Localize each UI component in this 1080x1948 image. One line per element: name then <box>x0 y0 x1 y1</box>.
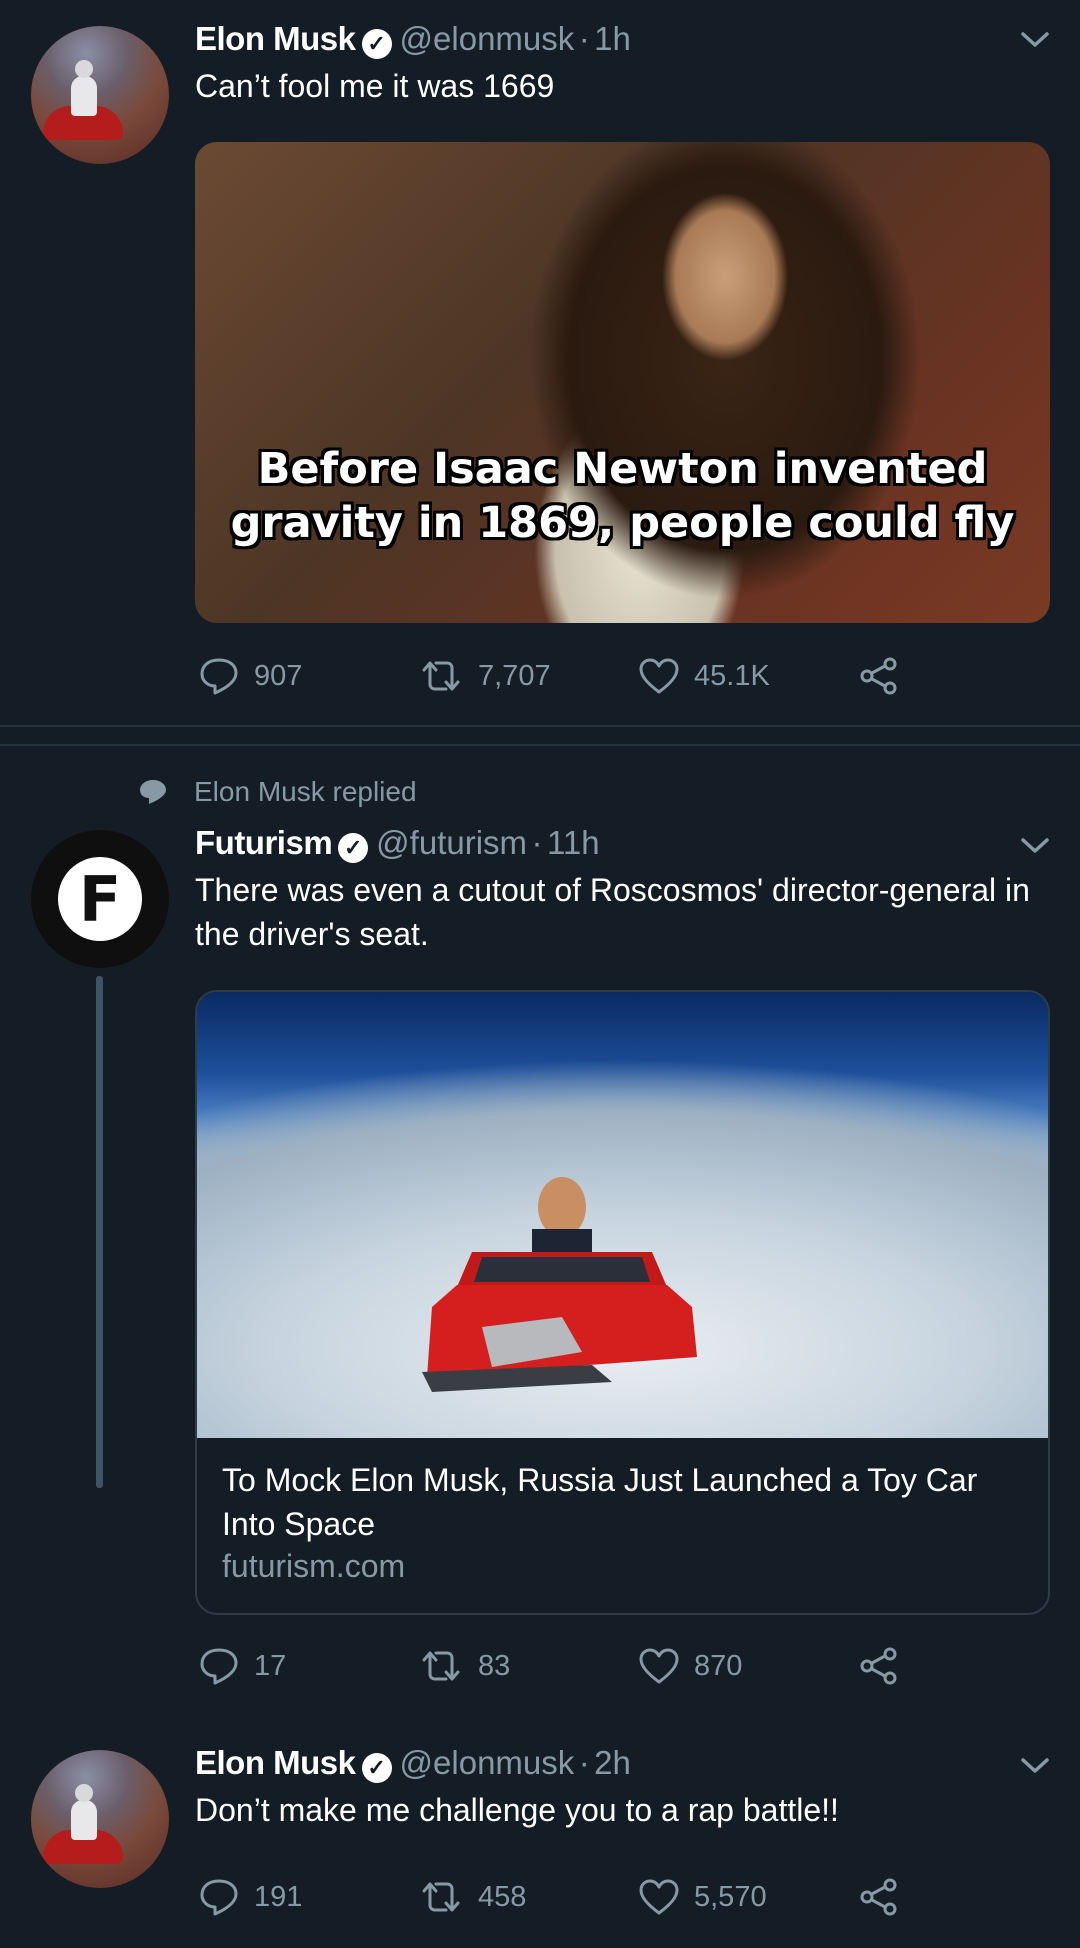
meme-caption-line-1: Before Isaac Newton invented <box>257 444 988 494</box>
share-button[interactable] <box>858 655 900 697</box>
timestamp[interactable]: 2h <box>594 1744 631 1781</box>
tweet-actions: 191 458 5,570 <box>198 1872 1058 1922</box>
social-context: Elon Musk replied <box>138 776 417 808</box>
heart-icon <box>639 1879 679 1915</box>
author-handle[interactable]: @elonmusk <box>400 1744 575 1781</box>
card-image <box>197 992 1048 1438</box>
reply-icon <box>200 1648 238 1685</box>
like-button[interactable]: 870 <box>638 1647 858 1685</box>
verified-badge-icon: ✓ <box>361 28 392 59</box>
reply-button[interactable]: 907 <box>198 655 418 697</box>
tweet-actions: 907 7,707 45.1K <box>198 651 1058 701</box>
reply-button[interactable]: 191 <box>198 1876 418 1918</box>
share-button[interactable] <box>858 1645 900 1687</box>
tweet-image[interactable]: Before Isaac Newton invented gravity in … <box>195 142 1050 623</box>
share-icon <box>860 657 897 695</box>
share-icon <box>860 1647 897 1685</box>
meme-caption-line-2: gravity in 1869, people could fly <box>230 498 1015 548</box>
verified-badge-icon: ✓ <box>338 832 369 863</box>
reply-icon <box>200 658 238 695</box>
retweet-button[interactable]: 83 <box>418 1648 638 1684</box>
timestamp[interactable]: 11h <box>547 824 600 861</box>
reply-count: 191 <box>254 1880 303 1913</box>
avatar[interactable] <box>31 1750 169 1888</box>
chevron-down-icon[interactable] <box>1020 836 1050 856</box>
speech-bubble-icon <box>140 780 166 804</box>
tweet-header: Elon Musk ✓ @elonmusk · 1h <box>195 20 631 63</box>
retweet-button[interactable]: 7,707 <box>418 658 638 694</box>
like-button[interactable]: 5,570 <box>638 1878 858 1916</box>
author-name[interactable]: Elon Musk <box>195 1744 356 1781</box>
tweet-text: Can’t fool me it was 1669 <box>195 68 555 104</box>
tweet-text: There was even a cutout of Roscosmos' di… <box>195 872 1030 952</box>
like-count: 5,570 <box>694 1880 767 1913</box>
like-count: 870 <box>694 1649 743 1682</box>
tweet-3[interactable]: Elon Musk ✓ @elonmusk · 2h Don’t make me c… <box>0 1730 1080 1948</box>
avatar[interactable]: F <box>31 830 169 968</box>
tweet-header: Elon Musk ✓ @elonmusk · 2h <box>195 1744 631 1787</box>
separator: · <box>531 824 543 861</box>
reply-button[interactable]: 17 <box>198 1645 418 1687</box>
toy-car-image <box>422 1177 697 1392</box>
reply-icon <box>200 1879 238 1916</box>
avatar[interactable] <box>31 26 169 164</box>
author-name[interactable]: Elon Musk <box>195 20 356 57</box>
timestamp[interactable]: 1h <box>594 20 631 57</box>
link-card[interactable]: To Mock Elon Musk, Russia Just Launched … <box>195 990 1050 1615</box>
avatar-figure <box>71 1784 97 1840</box>
heart-icon <box>639 658 679 694</box>
reply-count: 907 <box>254 659 303 692</box>
tweet-divider <box>0 725 1080 727</box>
tweet-2[interactable]: Elon Musk replied F Futurism ✓ @futurism ·… <box>0 746 1080 1731</box>
tweet-text: Don’t make me challenge you to a rap bat… <box>195 1792 839 1828</box>
social-context-text: Elon Musk replied <box>194 776 417 807</box>
retweet-icon <box>422 661 460 691</box>
verified-badge-icon: ✓ <box>361 1752 392 1783</box>
author-name[interactable]: Futurism <box>195 824 333 861</box>
tweet-actions: 17 83 870 <box>198 1641 1058 1691</box>
futurism-logo: F <box>58 857 142 941</box>
card-url: futurism.com <box>222 1548 406 1584</box>
retweet-button[interactable]: 458 <box>418 1879 638 1915</box>
separator: · <box>578 20 590 57</box>
heart-icon <box>639 1648 679 1684</box>
like-count: 45.1K <box>694 659 770 692</box>
retweet-count: 83 <box>478 1649 511 1682</box>
chevron-down-icon[interactable] <box>1020 1756 1050 1776</box>
retweet-icon <box>422 1651 460 1681</box>
like-button[interactable]: 45.1K <box>638 657 858 695</box>
share-icon <box>860 1878 897 1916</box>
author-handle[interactable]: @futurism <box>376 824 527 861</box>
tweet-header: Futurism ✓ @futurism · 11h <box>195 824 600 867</box>
chevron-down-icon[interactable] <box>1020 30 1050 50</box>
card-title: To Mock Elon Musk, Russia Just Launched … <box>222 1462 978 1542</box>
author-handle[interactable]: @elonmusk <box>400 20 575 57</box>
retweet-count: 458 <box>478 1880 527 1913</box>
avatar-figure <box>71 60 97 116</box>
retweet-count: 7,707 <box>478 659 551 692</box>
reply-count: 17 <box>254 1649 287 1682</box>
tweet-1[interactable]: Elon Musk ✓ @elonmusk · 1h Can’t fool me i… <box>0 0 1080 726</box>
thread-line <box>96 976 103 1488</box>
share-button[interactable] <box>858 1876 900 1918</box>
retweet-icon <box>422 1882 460 1912</box>
separator: · <box>578 1744 590 1781</box>
